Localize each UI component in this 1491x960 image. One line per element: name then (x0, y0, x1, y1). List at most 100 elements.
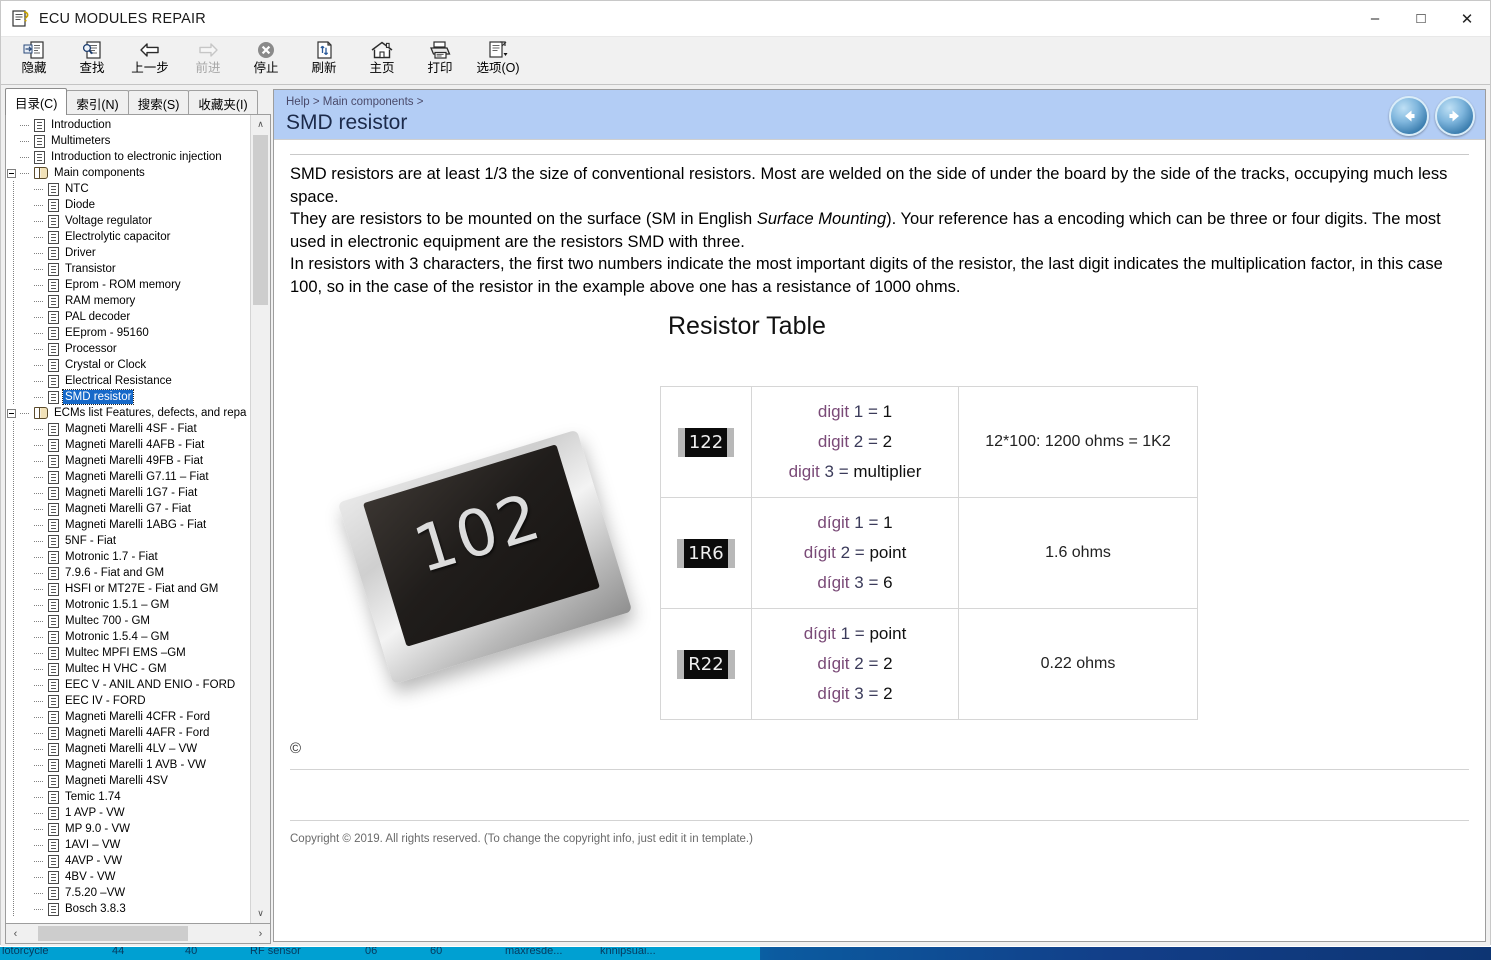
tree-gutter (6, 357, 20, 373)
close-button[interactable]: ✕ (1444, 1, 1490, 36)
tree-item-electrolytic-capacitor[interactable]: Electrolytic capacitor (6, 229, 251, 245)
tree-item-1avi-vw[interactable]: 1AVI – VW (6, 837, 251, 853)
tree-item-hsfi-or-mt27e-fiat-and-gm[interactable]: HSFI or MT27E - Fiat and GM (6, 581, 251, 597)
tree-item-ecms-list-features-defects-and-repa[interactable]: ECMs list Features, defects, and repa (6, 405, 251, 421)
tree-item-bosch-3-8-3[interactable]: Bosch 3.8.3 (6, 901, 251, 917)
tree-item-processor[interactable]: Processor (6, 341, 251, 357)
page-icon (48, 903, 59, 916)
tree-item-eeprom-95160[interactable]: EEprom - 95160 (6, 325, 251, 341)
tree-item-label: SMD resistor (63, 390, 133, 404)
topic-pane: Help > Main components > SMD resistor (273, 89, 1486, 942)
toolbar-button-refresh[interactable]: 刷新 (295, 37, 353, 82)
toolbar-button-options[interactable]: 选项(O) (469, 37, 527, 82)
tree-item-multimeters[interactable]: Multimeters (6, 133, 251, 149)
maximize-button[interactable]: □ (1398, 1, 1444, 36)
tree-scroll-left-button[interactable]: ‹ (6, 925, 25, 942)
paragraph-text: SMD resistors are at least 1/3 the size … (290, 165, 1447, 206)
tree-item-motronic-1-5-4-gm[interactable]: Motronic 1.5.4 – GM (6, 629, 251, 645)
tree-item-magneti-marelli-1-avb-vw[interactable]: Magneti Marelli 1 AVB - VW (6, 757, 251, 773)
tree-item-multec-mpfi-ems-gm[interactable]: Multec MPFI EMS –GM (6, 645, 251, 661)
circle-back-arrow-icon[interactable] (1389, 96, 1429, 136)
tree-gutter (20, 469, 34, 485)
tree-gutter (6, 437, 20, 453)
tree-item-7-9-6-fiat-and-gm[interactable]: 7.9.6 - Fiat and GM (6, 565, 251, 581)
tree-horizontal-scrollbar[interactable]: ‹ › (5, 924, 271, 944)
tree-item-electrical-resistance[interactable]: Electrical Resistance (6, 373, 251, 389)
tree-item-magneti-marelli-4sv[interactable]: Magneti Marelli 4SV (6, 773, 251, 789)
tree-item-pal-decoder[interactable]: PAL decoder (6, 309, 251, 325)
tab-favorites[interactable]: 收藏夹(I) (188, 90, 257, 115)
tree-item-eprom-rom-memory[interactable]: Eprom - ROM memory (6, 277, 251, 293)
collapse-icon[interactable] (7, 409, 16, 418)
contents-tree[interactable]: IntroductionMultimetersIntroduction to e… (5, 114, 271, 924)
tree-scroll-thumb[interactable] (253, 135, 268, 305)
tree-item-magneti-marelli-4afb-fiat[interactable]: Magneti Marelli 4AFB - Fiat (6, 437, 251, 453)
tree-scroll-down-button[interactable]: ∨ (251, 904, 270, 923)
tree-item-7-5-20-vw[interactable]: 7.5.20 –VW (6, 885, 251, 901)
tree-item-transistor[interactable]: Transistor (6, 261, 251, 277)
tree-gutter (20, 805, 34, 821)
collapse-icon[interactable] (7, 169, 16, 178)
tree-item-smd-resistor[interactable]: SMD resistor (6, 389, 251, 405)
tree-item-ntc[interactable]: NTC (6, 181, 251, 197)
tree-item-magneti-marelli-1abg-fiat[interactable]: Magneti Marelli 1ABG - Fiat (6, 517, 251, 533)
tree-item-magneti-marelli-4lv-vw[interactable]: Magneti Marelli 4LV – VW (6, 741, 251, 757)
tree-item-4avp-vw[interactable]: 4AVP - VW (6, 853, 251, 869)
tree-connector (34, 725, 48, 741)
search-icon (81, 39, 103, 61)
tree-item-eec-v-anil-and-enio-ford[interactable]: EEC V - ANIL AND ENIO - FORD (6, 677, 251, 693)
toolbar-label-search: 查找 (79, 62, 104, 75)
tree-item-motronic-1-7-fiat[interactable]: Motronic 1.7 - Fiat (6, 549, 251, 565)
toolbar-button-back[interactable]: 上一步 (121, 37, 179, 82)
toolbar-button-hide[interactable]: 隐藏 (5, 37, 63, 82)
resistor-chip-cell: R22 (661, 609, 752, 720)
tree-item-magneti-marelli-g7-11-fiat[interactable]: Magneti Marelli G7.11 – Fiat (6, 469, 251, 485)
tree-item-ram-memory[interactable]: RAM memory (6, 293, 251, 309)
tab-search[interactable]: 搜索(S) (128, 90, 190, 115)
tree-item-magneti-marelli-4afr-ford[interactable]: Magneti Marelli 4AFR - Ford (6, 725, 251, 741)
tree-item-magneti-marelli-49fb-fiat[interactable]: Magneti Marelli 49FB - Fiat (6, 453, 251, 469)
tree-gutter (20, 309, 34, 325)
tree-expander[interactable] (6, 165, 20, 181)
tree-item-eec-iv-ford[interactable]: EEC IV - FORD (6, 693, 251, 709)
tree-item-diode[interactable]: Diode (6, 197, 251, 213)
tree-expander[interactable] (6, 405, 20, 421)
circle-forward-arrow-icon[interactable] (1435, 96, 1475, 136)
tree-item-crystal-or-clock[interactable]: Crystal or Clock (6, 357, 251, 373)
tab-index[interactable]: 索引(N) (66, 90, 128, 115)
tree-item-label: Multimeters (49, 134, 112, 148)
tree-vline (13, 757, 14, 773)
tree-scroll-up-button[interactable]: ∧ (251, 115, 270, 134)
minimize-button[interactable]: – (1352, 1, 1398, 36)
tree-item-5nf-fiat[interactable]: 5NF - Fiat (6, 533, 251, 549)
toolbar-button-search[interactable]: 查找 (63, 37, 121, 82)
tree-item-magneti-marelli-1g7-fiat[interactable]: Magneti Marelli 1G7 - Fiat (6, 485, 251, 501)
tree-connector (34, 597, 48, 613)
tree-item-mp-9-0-vw[interactable]: MP 9.0 - VW (6, 821, 251, 837)
tree-scroll-right-button[interactable]: › (251, 925, 270, 942)
tree-item-1-avp-vw[interactable]: 1 AVP - VW (6, 805, 251, 821)
tree-item-temic-1-74[interactable]: Temic 1.74 (6, 789, 251, 805)
topic-paragraph: SMD resistors are at least 1/3 the size … (290, 163, 1469, 208)
tree-item-driver[interactable]: Driver (6, 245, 251, 261)
tree-item-magneti-marelli-4sf-fiat[interactable]: Magneti Marelli 4SF - Fiat (6, 421, 251, 437)
tree-item-4bv-vw[interactable]: 4BV - VW (6, 869, 251, 885)
tree-gutter (6, 453, 20, 469)
tree-gutter (20, 709, 34, 725)
tree-item-main-components[interactable]: Main components (6, 165, 251, 181)
toolbar-button-print[interactable]: 打印 (411, 37, 469, 82)
tab-contents[interactable]: 目录(C) (5, 88, 67, 115)
tree-item-motronic-1-5-1-gm[interactable]: Motronic 1.5.1 – GM (6, 597, 251, 613)
tree-item-magneti-marelli-4cfr-ford[interactable]: Magneti Marelli 4CFR - Ford (6, 709, 251, 725)
tree-item-multec-h-vhc-gm[interactable]: Multec H VHC - GM (6, 661, 251, 677)
toolbar-button-home[interactable]: 主页 (353, 37, 411, 82)
tree-hscroll-thumb[interactable] (38, 926, 188, 941)
toolbar-button-stop[interactable]: 停止 (237, 37, 295, 82)
tree-item-multec-700-gm[interactable]: Multec 700 - GM (6, 613, 251, 629)
tree-item-magneti-marelli-g7-fiat[interactable]: Magneti Marelli G7 - Fiat (6, 501, 251, 517)
tree-item-introduction-to-electronic-injection[interactable]: Introduction to electronic injection (6, 149, 251, 165)
tree-item-voltage-regulator[interactable]: Voltage regulator (6, 213, 251, 229)
tree-item-introduction[interactable]: Introduction (6, 117, 251, 133)
tree-vertical-scrollbar[interactable]: ∧ ∨ (250, 115, 270, 923)
book-icon (34, 407, 48, 419)
